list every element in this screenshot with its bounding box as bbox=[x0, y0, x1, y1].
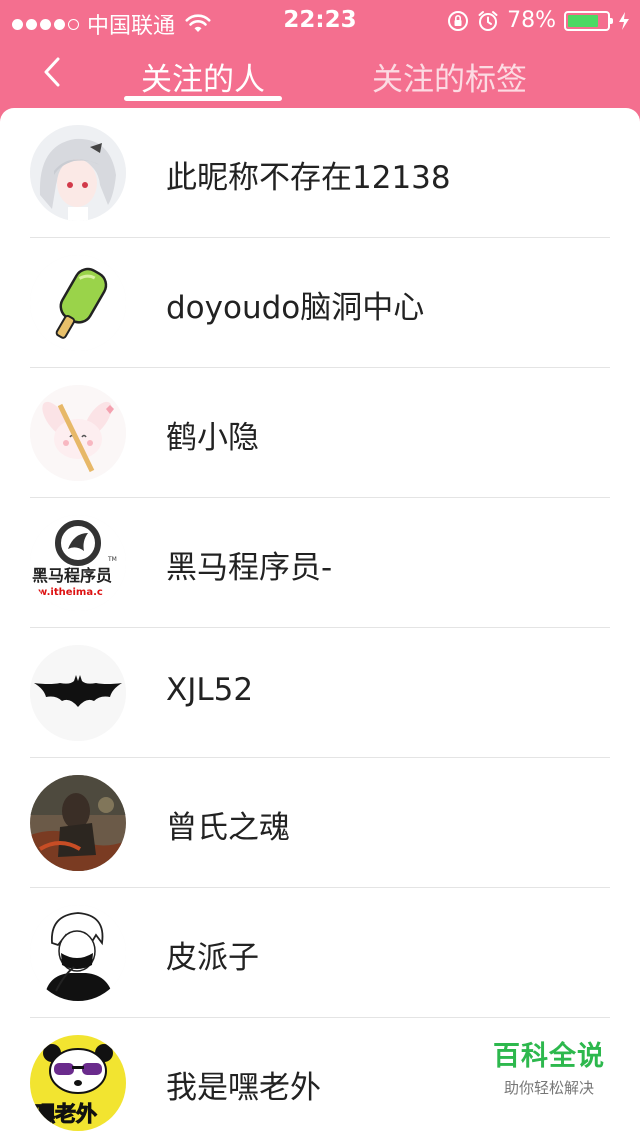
tab-following-people[interactable]: 关注的人 bbox=[124, 54, 282, 99]
user-name: doyoudo脑洞中心 bbox=[166, 290, 425, 326]
charging-bolt-icon bbox=[619, 11, 629, 30]
battery-fill bbox=[568, 14, 598, 27]
watermark-subtitle: 助你轻松解决 bbox=[503, 1079, 594, 1097]
watermark-title: 百科全说 bbox=[493, 1041, 605, 1072]
avatar bbox=[30, 905, 126, 1001]
user-name: 此昵称不存在12138 bbox=[166, 160, 451, 196]
list-item[interactable]: 此昵称不存在12138 bbox=[0, 108, 640, 238]
avatar bbox=[30, 385, 126, 481]
avatar bbox=[30, 125, 126, 221]
list-item[interactable]: XJL52 bbox=[0, 628, 640, 758]
user-name: 鹤小隐 bbox=[166, 420, 259, 456]
orientation-lock-icon bbox=[448, 10, 469, 31]
user-name: 黑马程序员- bbox=[166, 550, 333, 586]
heima-url-text: w.itheima.c bbox=[38, 587, 103, 598]
active-tab-indicator bbox=[124, 96, 282, 101]
back-button[interactable] bbox=[30, 50, 74, 94]
list-item[interactable]: 鹤小隐 bbox=[0, 368, 640, 498]
tab-following-tags[interactable]: 关注的标签 bbox=[372, 54, 527, 99]
avatar: 嘿老外 bbox=[30, 1035, 126, 1131]
status-bar: 中国联通 22:23 78% bbox=[0, 0, 640, 40]
heima-tm-text: TM bbox=[107, 556, 117, 563]
list-item[interactable]: TM 黑马程序员 w.itheima.c 黑马程序员- bbox=[0, 498, 640, 628]
user-name: XJL52 bbox=[166, 672, 254, 708]
battery-percent: 78% bbox=[507, 8, 556, 33]
laowai-logo-text: 嘿老外 bbox=[34, 1102, 97, 1126]
user-name: 曾氏之魂 bbox=[166, 810, 290, 846]
chevron-left-icon bbox=[44, 57, 60, 87]
avatar bbox=[30, 645, 126, 741]
alarm-icon bbox=[478, 10, 498, 31]
following-list: 此昵称不存在12138 doyoudo脑洞中心 鹤小隐 TM 黑马程序员 w.i… bbox=[0, 108, 640, 1136]
battery-icon bbox=[564, 10, 613, 31]
list-item[interactable]: doyoudo脑洞中心 bbox=[0, 238, 640, 368]
watermark-logo: 百科全说 助你轻松解决 bbox=[484, 1028, 614, 1110]
heima-logo-text: 黑马程序员 bbox=[32, 566, 112, 585]
avatar bbox=[30, 255, 126, 351]
avatar: TM 黑马程序员 w.itheima.c bbox=[30, 515, 126, 611]
list-item[interactable]: 曾氏之魂 bbox=[0, 758, 640, 888]
top-nav: 关注的人 关注的标签 bbox=[0, 40, 640, 108]
user-name: 我是嘿老外 bbox=[166, 1070, 321, 1106]
avatar bbox=[30, 775, 126, 871]
user-name: 皮派子 bbox=[166, 940, 259, 976]
list-item[interactable]: 皮派子 bbox=[0, 888, 640, 1018]
status-bar-right: 78% bbox=[447, 8, 630, 33]
